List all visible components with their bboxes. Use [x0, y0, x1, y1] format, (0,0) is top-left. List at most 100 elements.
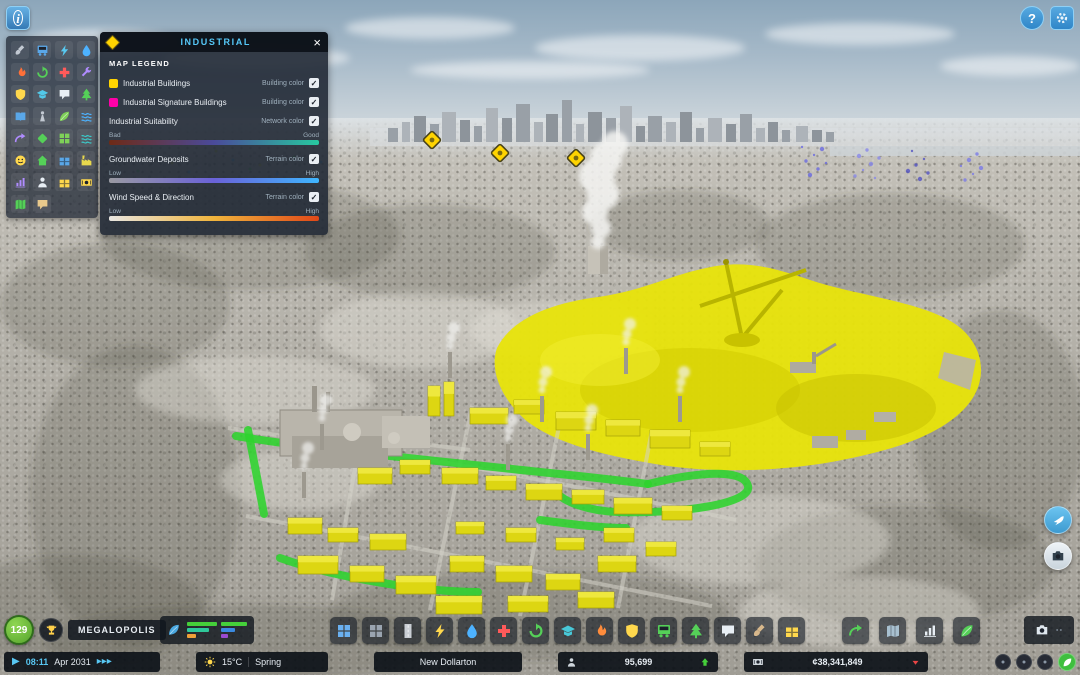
infoview-land-value-button[interactable] [55, 107, 73, 125]
legend-label: Industrial Signature Buildings [123, 98, 257, 107]
infoview-radio-button[interactable] [33, 107, 51, 125]
industry-area-marker[interactable] [491, 144, 509, 162]
infoview-water-button[interactable] [77, 41, 95, 59]
home-icon [36, 154, 49, 167]
infoview-education-button[interactable] [33, 85, 51, 103]
grid-icon [368, 623, 384, 639]
legend-label: Groundwater Deposits [109, 155, 260, 164]
infoviews-button[interactable]: i [6, 6, 30, 30]
demand-indicator[interactable] [160, 616, 254, 644]
population-widget[interactable]: 95,699 [558, 652, 718, 672]
tool-transportation-button[interactable] [650, 617, 677, 644]
infoview-attractions-button[interactable] [11, 107, 29, 125]
infoview-transportation-button[interactable] [33, 41, 51, 59]
settings-button[interactable] [1050, 6, 1074, 30]
infoview-parks-button[interactable] [77, 85, 95, 103]
close-button[interactable]: × [313, 36, 321, 49]
tool-zoning-button[interactable] [330, 617, 357, 644]
notification-button[interactable] [1058, 653, 1076, 671]
tool-garbage-button[interactable] [522, 617, 549, 644]
infoview-police-button[interactable] [11, 85, 29, 103]
status-bar: ▶ 08:11 Apr 2031 ▸▸▸ 15°C Spring New Dol… [0, 649, 1080, 675]
money-value: ¢38,341,849 [770, 657, 905, 667]
infoview-groundwater-button[interactable] [77, 107, 95, 125]
tool-police-button[interactable] [618, 617, 645, 644]
tool-communications-button[interactable] [714, 617, 741, 644]
infoview-landscaping-button[interactable] [11, 41, 29, 59]
clock-time: 08:11 [26, 657, 49, 667]
infoview-communications-button[interactable] [55, 85, 73, 103]
infoview-residential-button[interactable] [33, 151, 51, 169]
money-icon [752, 656, 764, 668]
legend-label: Industrial Suitability [109, 117, 256, 126]
infoview-garbage-button[interactable] [33, 63, 51, 81]
tool-areas-button[interactable] [362, 617, 389, 644]
grid-icon [58, 132, 71, 145]
play-button[interactable]: ▶ [12, 657, 20, 667]
legend-checkbox[interactable]: ✓ [309, 97, 319, 107]
infoview-employment-button[interactable] [55, 173, 73, 191]
xp-level-badge[interactable]: 129 [4, 615, 34, 645]
tool-parks-recreation-button[interactable] [682, 617, 709, 644]
tool-landscaping-button[interactable] [746, 617, 773, 644]
infoview-happiness-button[interactable] [11, 151, 29, 169]
infoview-commercial-button[interactable] [55, 151, 73, 169]
tool-fire-rescue-button[interactable] [586, 617, 613, 644]
panel-title: INDUSTRIAL [124, 37, 307, 47]
photo-mode-button[interactable] [1044, 542, 1072, 570]
milestones-button[interactable] [39, 618, 63, 642]
infoview-tourism-button[interactable] [11, 195, 29, 213]
chirper-button[interactable] [1044, 506, 1072, 534]
road-icon [400, 623, 416, 639]
tool-roads-button[interactable] [394, 617, 421, 644]
tool-statistics-button[interactable] [916, 617, 943, 644]
quick-button-3[interactable] [1037, 654, 1053, 670]
industrial-infoview-panel: INDUSTRIAL × MAP LEGEND Industrial Build… [100, 32, 328, 235]
shield-icon [624, 623, 640, 639]
grid-icon [336, 623, 352, 639]
infoview-farmland-button[interactable] [55, 129, 73, 147]
infoview-economy-button[interactable] [77, 173, 95, 191]
arrow-down-icon [911, 658, 920, 667]
game-date: Apr 2031 [54, 657, 91, 667]
tool-cargo-button[interactable] [778, 617, 805, 644]
infoview-wind-button[interactable] [77, 129, 95, 147]
waves-icon [80, 132, 93, 145]
photo-mode-panel[interactable] [1024, 616, 1074, 644]
infoview-maintenance-button[interactable] [77, 63, 95, 81]
tool-electricity-button[interactable] [426, 617, 453, 644]
industry-area-marker[interactable] [567, 149, 585, 167]
infoview-electricity-button[interactable] [55, 41, 73, 59]
infoview-industrial-button[interactable] [77, 151, 95, 169]
infoview-routes-button[interactable] [11, 129, 29, 147]
infoview-healthcare-button[interactable] [55, 63, 73, 81]
legend-checkbox[interactable]: ✓ [309, 192, 319, 202]
tool-education-button[interactable] [554, 617, 581, 644]
legend-row-signature-buildings: Industrial Signature Buildings Building … [109, 94, 319, 110]
tree-icon [688, 623, 704, 639]
infoview-population-button[interactable] [33, 173, 51, 191]
bolt-icon [432, 623, 448, 639]
legend-checkbox[interactable]: ✓ [309, 154, 319, 164]
tool-healthcare-button[interactable] [490, 617, 517, 644]
infoview-natural-resources-button[interactable] [33, 129, 51, 147]
legend-checkbox[interactable]: ✓ [309, 78, 319, 88]
money-widget[interactable]: ¢38,341,849 [744, 652, 928, 672]
tool-map-tiles-button[interactable] [879, 617, 906, 644]
quick-button-1[interactable] [995, 654, 1011, 670]
legend-checkbox[interactable]: ✓ [309, 116, 319, 126]
legend-label: Industrial Buildings [123, 79, 257, 88]
city-name-widget[interactable]: New Dollarton [374, 652, 522, 672]
divider [248, 657, 249, 667]
infoview-office-button[interactable] [11, 173, 29, 191]
legend-scope: Building color [262, 80, 304, 87]
chart-icon [14, 176, 27, 189]
tool-environment-button[interactable] [953, 617, 980, 644]
infoview-fire-rescue-button[interactable] [11, 63, 29, 81]
tool-routes-button[interactable] [842, 617, 869, 644]
infoview-mail-button[interactable] [33, 195, 51, 213]
quick-button-2[interactable] [1016, 654, 1032, 670]
speed-controls[interactable]: ▸▸▸ [97, 657, 112, 667]
help-button[interactable]: ? [1020, 6, 1044, 30]
tool-water-sewage-button[interactable] [458, 617, 485, 644]
